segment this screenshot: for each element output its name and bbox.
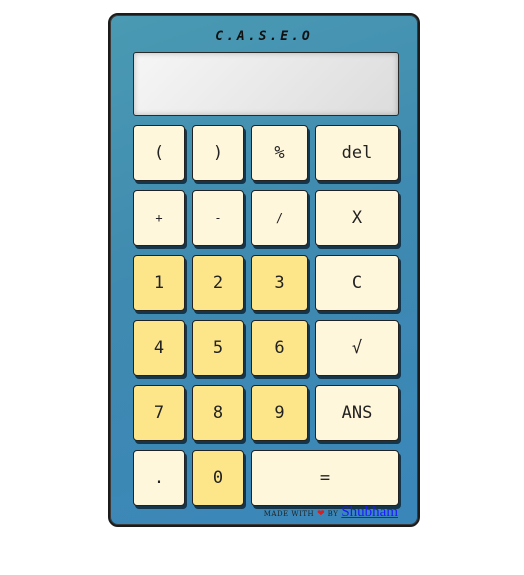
digit-1-button[interactable]: 1 xyxy=(133,255,185,311)
digit-5-button[interactable]: 5 xyxy=(192,320,244,376)
multiply-button[interactable]: X xyxy=(315,190,399,246)
digit-3-button[interactable]: 3 xyxy=(251,255,308,311)
footer-credit: MADE WITH ❤ BY Shubham xyxy=(264,504,398,521)
digit-6-button[interactable]: 6 xyxy=(251,320,308,376)
digit-2-button[interactable]: 2 xyxy=(192,255,244,311)
decimal-point-button[interactable]: . xyxy=(133,450,185,506)
brand-title: C.A.S.E.O xyxy=(215,29,313,44)
by-text: BY xyxy=(327,510,339,518)
close-paren-button[interactable]: ) xyxy=(192,125,244,181)
made-with-text: MADE WITH xyxy=(263,510,315,518)
digit-7-button[interactable]: 7 xyxy=(133,385,185,441)
digit-8-button[interactable]: 8 xyxy=(192,385,244,441)
clear-button[interactable]: C xyxy=(315,255,399,311)
delete-button[interactable]: del xyxy=(315,125,399,181)
digit-9-button[interactable]: 9 xyxy=(251,385,308,441)
author-link[interactable]: Shubham xyxy=(341,504,398,521)
percent-button[interactable]: % xyxy=(251,125,308,181)
digit-4-button[interactable]: 4 xyxy=(133,320,185,376)
divide-button[interactable]: / xyxy=(251,190,308,246)
minus-button[interactable]: - xyxy=(192,190,244,246)
heart-icon: ❤ xyxy=(317,509,325,519)
open-paren-button[interactable]: ( xyxy=(133,125,185,181)
sqrt-button[interactable]: √ xyxy=(315,320,399,376)
plus-button[interactable]: + xyxy=(133,190,185,246)
equals-button[interactable]: = xyxy=(251,450,399,506)
answer-button[interactable]: ANS xyxy=(315,385,399,441)
calculator-body: C.A.S.E.O ( ) % del + - / X 1 2 3 C 4 5 … xyxy=(108,13,420,527)
display-screen xyxy=(133,52,399,116)
digit-0-button[interactable]: 0 xyxy=(192,450,244,506)
